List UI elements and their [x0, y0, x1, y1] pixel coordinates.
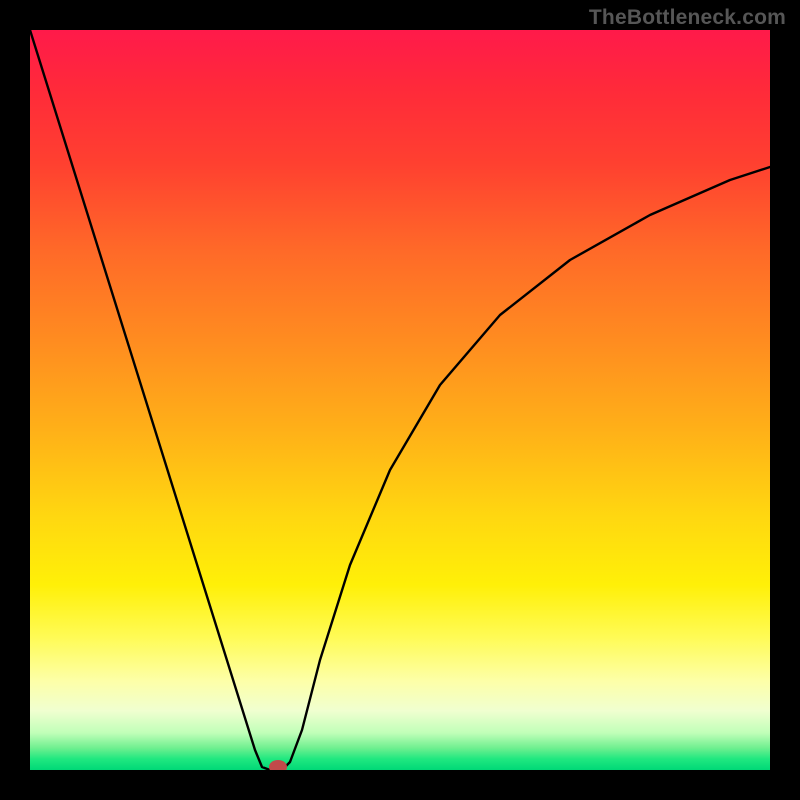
chart-svg [30, 30, 770, 770]
curve-minimum-marker [269, 760, 287, 770]
chart-frame: TheBottleneck.com [0, 0, 800, 800]
bottleneck-curve-path [30, 30, 770, 770]
watermark-text: TheBottleneck.com [589, 6, 786, 30]
plot-area [30, 30, 770, 770]
